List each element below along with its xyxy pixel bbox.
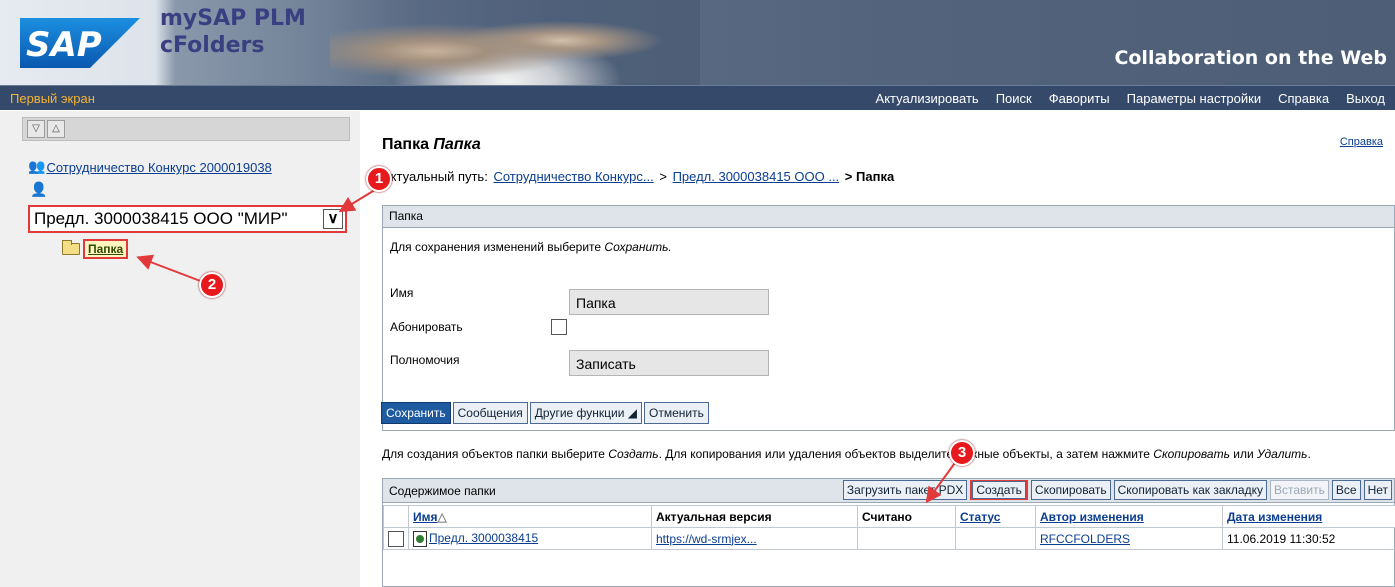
- person-icon: 👤: [30, 181, 48, 197]
- upload-pdx-button[interactable]: Загрузить пакет PDX: [842, 480, 968, 500]
- row-name-cell: Предл. 3000038415: [408, 527, 652, 550]
- breadcrumb-proposal[interactable]: Предл. 3000038415 ООО ...: [673, 169, 840, 184]
- row-author-link[interactable]: RFCCFOLDERS: [1040, 532, 1130, 546]
- folder-contents: Содержимое папки Загрузить пакет PDX Соз…: [382, 478, 1395, 587]
- save-hint: Для сохранения изменений выберите Сохран…: [390, 240, 672, 254]
- row-date-cell: 11.06.2019 11:30:52: [1222, 527, 1395, 550]
- nav-logout[interactable]: Выход: [1346, 91, 1385, 106]
- nav-home-link[interactable]: Первый экран: [10, 91, 95, 106]
- row-author-cell: RFCCFOLDERS: [1035, 527, 1223, 550]
- annotation-badge-3: 3: [949, 440, 975, 466]
- table-header-row: Имя△ Актуальная версия Считано Статус Ав…: [383, 505, 1395, 528]
- page-title-name: Папка: [433, 136, 481, 153]
- header-banner: SAP mySAP PLM cFolders Collaboration on …: [0, 0, 1395, 85]
- row-read-cell: [857, 527, 956, 550]
- annotation-badge-2: 2: [199, 272, 225, 298]
- name-label: Имя: [390, 286, 414, 300]
- row-select-cell: [383, 527, 409, 550]
- tagline: Collaboration on the Web: [1114, 47, 1387, 69]
- chevron-down-icon[interactable]: ∨: [323, 209, 343, 229]
- messages-button[interactable]: Сообщения: [452, 402, 528, 424]
- copy-button[interactable]: Скопировать: [1030, 480, 1111, 500]
- breadcrumb: Актуальный путь: Сотрудничество Конкурс.…: [382, 169, 895, 184]
- breadcrumb-label: Актуальный путь:: [382, 169, 488, 184]
- nav-search[interactable]: Поиск: [996, 91, 1032, 106]
- contents-title: Содержимое папки: [389, 484, 496, 498]
- paste-button[interactable]: Вставить: [1270, 480, 1329, 500]
- sidebar: ▽ △ 👥 Сотрудничество Конкурс 2000019038 …: [0, 111, 360, 587]
- sort-icon[interactable]: △: [438, 510, 447, 524]
- name-field[interactable]: Папка: [569, 289, 769, 315]
- breadcrumb-collaboration[interactable]: Сотрудничество Конкурс...: [493, 169, 653, 184]
- nav-favorites[interactable]: Фавориты: [1049, 91, 1110, 106]
- create-button[interactable]: Создать: [972, 481, 1026, 499]
- column-status[interactable]: Статус: [955, 505, 1036, 528]
- app-subtitle: cFolders: [160, 33, 265, 58]
- sidebar-toolbar: ▽ △: [22, 117, 350, 141]
- nav-settings[interactable]: Параметры настройки: [1127, 91, 1261, 106]
- tree-folder-item[interactable]: Папка: [62, 239, 129, 259]
- folder-panel: Папка Для сохранения изменений выберите …: [382, 205, 1395, 431]
- save-button[interactable]: Сохранить: [381, 402, 451, 424]
- nav-refresh[interactable]: Актуализировать: [876, 91, 979, 106]
- column-author[interactable]: Автор изменения: [1035, 505, 1223, 528]
- folder-link[interactable]: Папка: [83, 239, 129, 259]
- other-functions-button[interactable]: Другие функции ◢: [529, 402, 642, 424]
- column-date[interactable]: Дата изменения: [1222, 505, 1395, 528]
- create-hint: Для создания объектов папки выберите Соз…: [382, 447, 1311, 461]
- breadcrumb-current: Папка: [856, 169, 895, 184]
- panel-buttons: Сохранить Сообщения Другие функции ◢ Отм…: [381, 402, 709, 424]
- sap-logo: SAP: [20, 18, 140, 68]
- header-photo: [330, 0, 700, 85]
- contents-toolbar: Загрузить пакет PDX Создать Скопировать …: [842, 480, 1392, 500]
- page-title: Папка Папка: [382, 136, 481, 153]
- column-name[interactable]: Имя△: [408, 505, 652, 528]
- top-nav: Первый экран Актуализировать Поиск Фавор…: [0, 85, 1395, 110]
- select-all-button[interactable]: Все: [1331, 480, 1361, 500]
- help-link[interactable]: Справка: [1340, 136, 1383, 148]
- tree-collaboration: 👥 Сотрудничество Конкурс 2000019038: [28, 158, 272, 175]
- column-read: Считано: [857, 505, 956, 528]
- main-content: Папка Папка Справка Актуальный путь: Сот…: [362, 111, 1395, 587]
- nav-help[interactable]: Справка: [1278, 91, 1329, 106]
- create-button-highlight: Создать: [970, 480, 1028, 500]
- subscribe-checkbox[interactable]: [551, 319, 567, 335]
- copy-as-bookmark-button[interactable]: Скопировать как закладку: [1113, 480, 1267, 500]
- svg-text:SAP: SAP: [26, 25, 102, 65]
- collapse-all-icon[interactable]: △: [47, 120, 65, 138]
- select-column-header: [383, 505, 409, 528]
- panel-header: Папка: [383, 206, 1394, 228]
- proposal-dropdown[interactable]: Предл. 3000038415 ООО "МИР" ∨: [28, 205, 347, 233]
- table-row: Предл. 3000038415 https://wd-srmjex... R…: [383, 527, 1395, 550]
- binoculars-icon: 👥: [28, 158, 46, 174]
- select-none-button[interactable]: Нет: [1363, 480, 1392, 500]
- collaboration-link[interactable]: Сотрудничество Конкурс 2000019038: [46, 160, 271, 175]
- nav-menu: Актуализировать Поиск Фавориты Параметры…: [876, 91, 1385, 106]
- permissions-label: Полномочия: [390, 353, 460, 367]
- permissions-field[interactable]: Записать: [569, 350, 769, 376]
- column-version: Актуальная версия: [651, 505, 858, 528]
- subscribe-label: Абонировать: [390, 320, 463, 334]
- document-icon: [413, 530, 427, 547]
- folder-icon: [62, 240, 80, 255]
- row-name-link[interactable]: Предл. 3000038415: [429, 531, 538, 545]
- row-status-cell: [955, 527, 1036, 550]
- app-title: mySAP PLM: [160, 6, 306, 31]
- contents-header: Содержимое папки Загрузить пакет PDX Соз…: [383, 479, 1394, 503]
- contents-table: Имя△ Актуальная версия Считано Статус Ав…: [383, 505, 1395, 550]
- proposal-label: Предл. 3000038415 ООО "МИР": [34, 209, 288, 228]
- row-version-cell: https://wd-srmjex...: [651, 527, 858, 550]
- cancel-button[interactable]: Отменить: [644, 402, 709, 424]
- expand-all-icon[interactable]: ▽: [27, 120, 45, 138]
- row-checkbox[interactable]: [388, 530, 404, 547]
- row-version-link[interactable]: https://wd-srmjex...: [656, 532, 757, 546]
- annotation-badge-1: 1: [366, 166, 392, 192]
